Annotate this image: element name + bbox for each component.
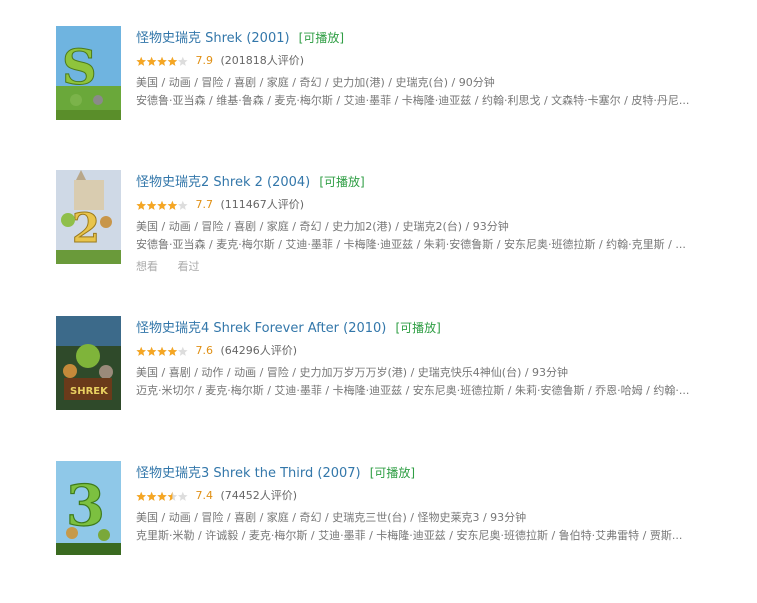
star-filled-icon <box>157 200 167 210</box>
star-filled-icon <box>146 200 157 210</box>
playable-badge[interactable]: [可播放] <box>299 31 344 45</box>
rating-line: 7.9 (201818人评价) <box>136 52 736 70</box>
rating-votes: (64296人评价) <box>220 344 298 357</box>
title-line: 怪物史瑞克4 Shrek Forever After (2010) [可播放] <box>136 316 736 338</box>
star-filled-icon <box>136 491 146 501</box>
rating-score: 7.6 <box>195 344 214 357</box>
result-info: 怪物史瑞克4 Shrek Forever After (2010) [可播放] … <box>136 316 736 400</box>
rating-stars <box>136 200 188 211</box>
star-filled-icon <box>146 346 157 356</box>
movie-meta: 美国 / 动画 / 冒险 / 喜剧 / 家庭 / 奇幻 / 史力加2(港) / … <box>136 220 509 233</box>
movie-title-link[interactable]: 怪物史瑞克 Shrek (2001) <box>136 31 290 46</box>
title-line: 怪物史瑞克3 Shrek the Third (2007) [可播放] <box>136 461 736 483</box>
star-empty-icon <box>178 346 188 356</box>
star-empty-icon <box>178 56 188 66</box>
playable-badge[interactable]: [可播放] <box>319 175 364 189</box>
title-line: 怪物史瑞克2 Shrek 2 (2004) [可播放] <box>136 170 736 192</box>
result-info: 怪物史瑞克3 Shrek the Third (2007) [可播放] 7.4 … <box>136 461 736 545</box>
star-filled-icon <box>146 56 157 66</box>
star-filled-icon <box>157 491 167 501</box>
shrek-2-poster-icon[interactable]: 2 <box>56 170 121 264</box>
result-item-3: SHREK 怪物史瑞克4 Shrek Forever After (2010) … <box>56 316 746 426</box>
movie-title-link[interactable]: 怪物史瑞克4 Shrek Forever After (2010) <box>136 321 386 336</box>
movie-cast: 安德鲁·亚当森 / 麦克·梅尔斯 / 艾迪·墨菲 / 卡梅隆·迪亚兹 / 朱莉·… <box>136 238 686 251</box>
movie-cast: 克里斯·米勒 / 许诚毅 / 麦克·梅尔斯 / 艾迪·墨菲 / 卡梅隆·迪亚兹 … <box>136 529 683 542</box>
rating-score: 7.4 <box>195 489 214 502</box>
playable-badge[interactable]: [可播放] <box>395 321 440 335</box>
rating-line: 7.4 (74452人评价) <box>136 487 736 505</box>
rating-votes: (201818人评价) <box>220 54 305 67</box>
rating-votes: (74452人评价) <box>220 489 298 502</box>
rating-stars <box>136 56 188 67</box>
star-filled-icon <box>167 200 178 210</box>
rating-line: 7.7 (111467人评价) <box>136 196 736 214</box>
svg-text:S: S <box>62 40 97 96</box>
rating-votes: (111467人评价) <box>220 198 305 211</box>
user-actions: 想看 看过 <box>136 258 736 276</box>
rating-line: 7.6 (64296人评价) <box>136 342 736 360</box>
movie-meta: 美国 / 喜剧 / 动作 / 动画 / 冒险 / 史力加万岁万万岁(港) / 史… <box>136 366 569 379</box>
playable-badge[interactable]: [可播放] <box>370 466 415 480</box>
title-line: 怪物史瑞克 Shrek (2001) [可播放] <box>136 26 736 48</box>
want-to-watch-button[interactable]: 想看 <box>136 260 158 273</box>
star-filled-icon <box>167 346 178 356</box>
rating-stars <box>136 346 188 357</box>
shrek-the-third-poster-icon[interactable]: 3 <box>56 461 121 555</box>
result-info: 怪物史瑞克2 Shrek 2 (2004) [可播放] 7.7 (111467人… <box>136 170 736 276</box>
svg-text:2: 2 <box>72 205 100 252</box>
movie-cast: 迈克·米切尔 / 麦克·梅尔斯 / 艾迪·墨菲 / 卡梅隆·迪亚兹 / 安东尼奥… <box>136 384 690 397</box>
result-info: 怪物史瑞克 Shrek (2001) [可播放] 7.9 (201818人评价)… <box>136 26 736 110</box>
rating-stars <box>136 491 188 502</box>
svg-text:SHREK: SHREK <box>70 386 109 397</box>
star-filled-icon <box>157 346 167 356</box>
movie-title-link[interactable]: 怪物史瑞克3 Shrek the Third (2007) <box>136 466 361 481</box>
shrek-forever-after-poster-icon[interactable]: SHREK <box>56 316 121 410</box>
watched-button[interactable]: 看过 <box>178 260 200 273</box>
star-filled-icon <box>157 56 167 66</box>
result-item-4: 3 怪物史瑞克3 Shrek the Third (2007) [可播放] 7.… <box>56 461 746 571</box>
movie-title-link[interactable]: 怪物史瑞克2 Shrek 2 (2004) <box>136 175 310 190</box>
star-filled-icon <box>136 56 146 66</box>
star-filled-icon <box>136 200 146 210</box>
star-filled-icon <box>167 56 178 66</box>
star-filled-icon <box>136 346 146 356</box>
result-item-2: 2 怪物史瑞克2 Shrek 2 (2004) [可播放] 7.7 (11146… <box>56 170 746 280</box>
movie-meta: 美国 / 动画 / 冒险 / 喜剧 / 家庭 / 奇幻 / 史力加(港) / 史… <box>136 76 495 89</box>
rating-score: 7.7 <box>195 198 214 211</box>
shrek-poster-icon[interactable]: S <box>56 26 121 120</box>
star-empty-icon <box>178 200 188 210</box>
result-item-1: S 怪物史瑞克 Shrek (2001) [可播放] 7.9 (201818人评… <box>56 26 746 136</box>
star-empty-icon <box>178 491 188 501</box>
rating-score: 7.9 <box>195 54 214 67</box>
movie-meta: 美国 / 动画 / 冒险 / 喜剧 / 家庭 / 奇幻 / 史瑞克三世(台) /… <box>136 511 527 524</box>
star-filled-icon <box>146 491 157 501</box>
movie-cast: 安德鲁·亚当森 / 维基·鲁森 / 麦克·梅尔斯 / 艾迪·墨菲 / 卡梅隆·迪… <box>136 94 690 107</box>
